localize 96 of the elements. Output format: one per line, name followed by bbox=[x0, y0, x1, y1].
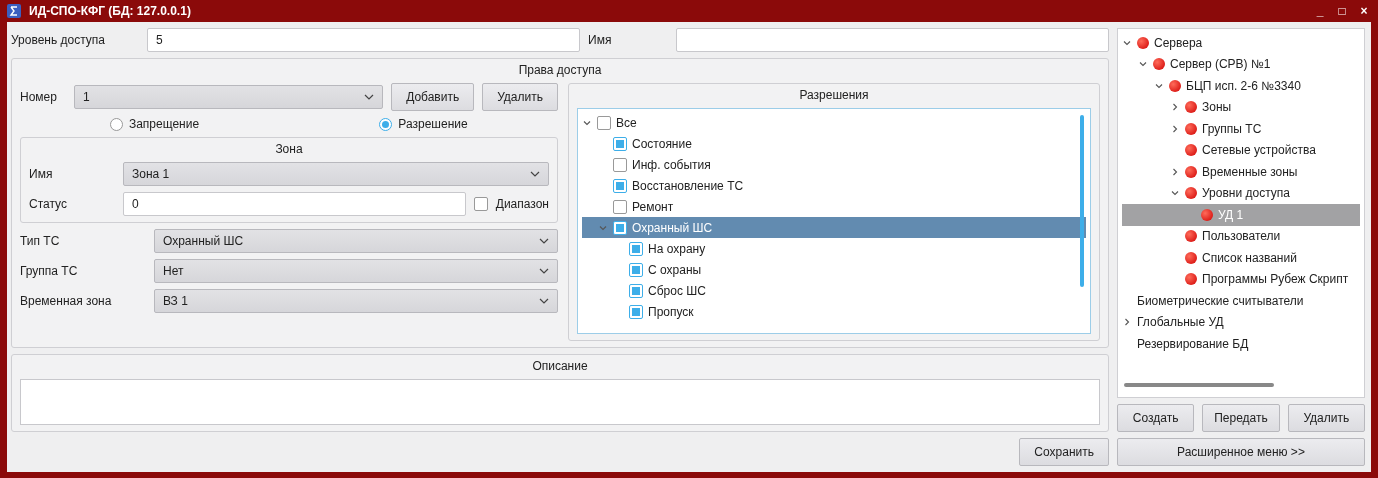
field-label: Статус bbox=[29, 197, 68, 211]
dropdown[interactable]: ВЗ 1 bbox=[154, 289, 558, 313]
chevron-down-icon bbox=[539, 238, 549, 244]
action-button[interactable]: Передать bbox=[1202, 404, 1280, 432]
status-dot-icon bbox=[1137, 36, 1149, 49]
radio-button[interactable] bbox=[109, 117, 123, 131]
permission-item[interactable]: Пропуск bbox=[582, 301, 1086, 322]
permission-item[interactable]: Восстановление ТС bbox=[582, 175, 1086, 196]
tree-item[interactable]: Программы Рубеж Скрипт bbox=[1122, 268, 1360, 290]
permission-item[interactable]: Ремонт bbox=[582, 196, 1086, 217]
status-dot-icon bbox=[1185, 273, 1197, 286]
action-button[interactable]: Удалить bbox=[1287, 404, 1365, 432]
status-dot-icon bbox=[1201, 208, 1213, 221]
permission-item[interactable]: Инф. события bbox=[582, 154, 1086, 175]
status-dot-icon bbox=[1185, 165, 1197, 178]
field-label: Номер bbox=[20, 90, 58, 104]
checkbox[interactable] bbox=[613, 136, 627, 151]
field-label: Имя bbox=[588, 33, 613, 47]
tree-item[interactable]: Биометрические считыватели bbox=[1122, 290, 1360, 312]
scrollbar[interactable] bbox=[1080, 115, 1084, 287]
status-dot-icon bbox=[1185, 251, 1197, 264]
group-title: Зона bbox=[275, 142, 303, 156]
field-label: Уровень доступа bbox=[11, 33, 107, 47]
tree-item[interactable]: Уровни доступа bbox=[1122, 182, 1360, 204]
chevron-right-icon[interactable] bbox=[1170, 102, 1180, 113]
checkbox[interactable] bbox=[629, 283, 643, 298]
save-button[interactable]: Сохранить bbox=[1019, 438, 1109, 466]
tree-item[interactable]: Сервера bbox=[1122, 32, 1360, 54]
tree-item[interactable]: Глобальные УД bbox=[1122, 311, 1360, 333]
tree-item[interactable]: Сетевые устройства bbox=[1122, 139, 1360, 161]
radio-label: Запрещение bbox=[128, 117, 200, 131]
checkbox[interactable] bbox=[597, 115, 611, 130]
dropdown[interactable]: 1 bbox=[74, 85, 384, 109]
status-dot-icon bbox=[1185, 122, 1197, 135]
input-field[interactable] bbox=[676, 28, 1109, 52]
window-control[interactable]: □ bbox=[1335, 4, 1349, 18]
permission-item[interactable]: На охрану bbox=[582, 238, 1086, 259]
status-dot-icon bbox=[1169, 79, 1181, 92]
menu-button[interactable]: Расширенное меню >> bbox=[1117, 438, 1365, 466]
radio-button[interactable] bbox=[379, 117, 393, 131]
chevron-right-icon[interactable] bbox=[1122, 317, 1132, 328]
group-title: Права доступа bbox=[518, 63, 602, 77]
checkbox[interactable] bbox=[629, 241, 643, 256]
tree-item[interactable]: Группы ТС bbox=[1122, 118, 1360, 140]
action-button[interactable]: Добавить bbox=[391, 83, 475, 111]
sigma-icon bbox=[7, 4, 21, 18]
window-title: ИД-СПО-КФГ (БД: 127.0.0.1) bbox=[29, 4, 192, 18]
input-field[interactable]: 0 bbox=[123, 192, 466, 216]
status-dot-icon bbox=[1185, 187, 1197, 200]
scrollbar[interactable] bbox=[1124, 383, 1274, 387]
tree-item[interactable]: БЦП исп. 2-6 №3340 bbox=[1122, 75, 1360, 97]
dropdown[interactable]: Нет bbox=[154, 259, 558, 283]
radio-label: Разрешение bbox=[398, 117, 468, 131]
tree-item[interactable]: Временные зоны bbox=[1122, 161, 1360, 183]
field-label: Группа ТС bbox=[20, 264, 79, 278]
permission-item[interactable]: Охранный ШС bbox=[582, 217, 1086, 238]
chevron-right-icon[interactable] bbox=[1170, 166, 1180, 177]
tree-item[interactable]: Список названий bbox=[1122, 247, 1360, 269]
permission-item[interactable]: Все bbox=[582, 112, 1086, 133]
chevron-down-icon bbox=[539, 298, 549, 304]
text-area[interactable] bbox=[20, 379, 1100, 425]
tree-item[interactable]: Пользователи bbox=[1122, 225, 1360, 247]
field-label: Тип ТС bbox=[20, 234, 61, 248]
input-field[interactable]: 5 bbox=[147, 28, 580, 52]
field-label: Имя bbox=[29, 167, 54, 181]
field-label: Временная зона bbox=[20, 294, 113, 308]
action-button[interactable]: Удалить bbox=[482, 83, 558, 111]
group-title: Описание bbox=[532, 359, 588, 373]
tree-item[interactable]: Резервирование БД bbox=[1122, 333, 1360, 355]
window-control[interactable]: _ bbox=[1313, 4, 1327, 18]
dropdown[interactable]: Зона 1 bbox=[123, 162, 549, 186]
chevron-right-icon[interactable] bbox=[1170, 123, 1180, 134]
tree-item[interactable]: Зоны bbox=[1122, 96, 1360, 118]
status-dot-icon bbox=[1185, 144, 1197, 157]
window-control[interactable]: × bbox=[1357, 4, 1371, 18]
checkbox[interactable] bbox=[629, 262, 643, 277]
checkbox-label: Диапазон bbox=[495, 197, 549, 211]
permission-item[interactable]: С охраны bbox=[582, 259, 1086, 280]
status-dot-icon bbox=[1185, 230, 1197, 243]
permission-item[interactable]: Состояние bbox=[582, 133, 1086, 154]
checkbox[interactable] bbox=[473, 197, 488, 211]
checkbox[interactable] bbox=[613, 199, 627, 214]
status-dot-icon bbox=[1153, 58, 1165, 71]
chevron-down-icon bbox=[530, 171, 540, 177]
chevron-down-icon bbox=[539, 268, 549, 274]
action-button[interactable]: Создать bbox=[1117, 404, 1195, 432]
group-title: Разрешения bbox=[799, 88, 869, 102]
dropdown[interactable]: Охранный ШС bbox=[154, 229, 558, 253]
permission-item[interactable]: Сброс ШС bbox=[582, 280, 1086, 301]
checkbox[interactable] bbox=[613, 178, 627, 193]
checkbox[interactable] bbox=[613, 220, 627, 235]
checkbox[interactable] bbox=[613, 157, 627, 172]
status-dot-icon bbox=[1185, 101, 1197, 114]
checkbox[interactable] bbox=[629, 304, 643, 319]
tree-item[interactable]: Сервер (СРВ) №1 bbox=[1122, 53, 1360, 75]
chevron-down-icon bbox=[364, 94, 375, 100]
